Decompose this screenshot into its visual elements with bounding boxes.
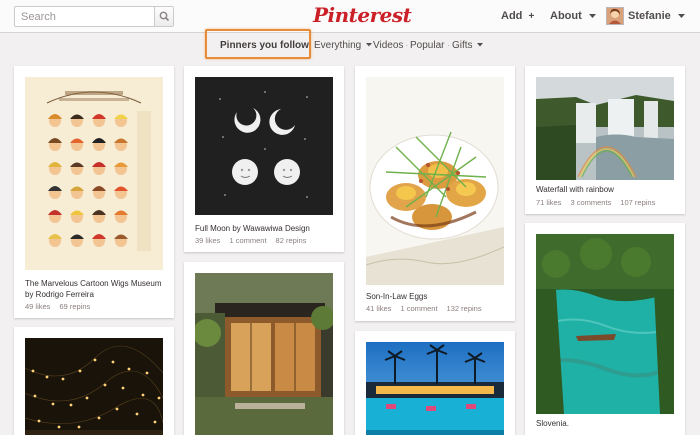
tab-popular[interactable]: Popular (410, 40, 444, 52)
full-moon-artwork (195, 77, 333, 215)
pin-card[interactable]: The Marvelous Cartoon Wigs Museum by Rod… (14, 66, 174, 318)
pin-card[interactable] (184, 262, 344, 435)
pin-card[interactable]: Waterfall with rainbow 71 likes 3 comment… (525, 66, 685, 214)
comment-count[interactable]: 1 comment (400, 304, 437, 313)
pin-stats: 71 likes 3 comments 107 repins (536, 198, 664, 208)
slovenia-river-photo (536, 234, 674, 414)
pin-image[interactable] (25, 338, 163, 435)
pin-image[interactable] (366, 342, 504, 435)
pin-title[interactable]: Full Moon by Wawawiwa Design (195, 223, 335, 234)
pin-title[interactable]: Waterfall with rainbow (536, 184, 676, 195)
comment-count[interactable]: 3 comments (570, 198, 611, 207)
user-menu[interactable]: Stefanie (628, 10, 685, 23)
pinterest-logo[interactable]: Pinterest (313, 2, 412, 28)
pin-card[interactable]: Slovenia. (525, 223, 685, 435)
repin-count[interactable]: 107 repins (620, 198, 655, 207)
nav-separator: · (405, 40, 409, 51)
pin-card[interactable]: Son-In-Law Eggs 41 likes 1 comment 132 rep… (355, 66, 515, 321)
like-count[interactable]: 41 likes (366, 304, 391, 313)
pin-stats: 41 likes 1 comment 132 repins (366, 304, 491, 314)
tab-pinners-you-follow[interactable]: Pinners you follow (220, 40, 309, 52)
pin-image[interactable] (536, 234, 674, 414)
chevron-down-icon (588, 13, 596, 18)
resort-pool-photo (366, 342, 504, 435)
tab-everything-label: Everything (314, 40, 362, 51)
search-box (14, 6, 174, 27)
search-input[interactable] (15, 7, 155, 26)
avatar[interactable] (606, 7, 624, 25)
like-count[interactable]: 49 likes (25, 302, 50, 311)
search-icon (159, 11, 170, 22)
pin-title[interactable]: Son-In-Law Eggs (366, 291, 506, 302)
about-label: About (550, 10, 582, 22)
pin-card[interactable]: Full Moon by Wawawiwa Design 39 likes 1 c… (184, 66, 344, 252)
pin-image[interactable] (195, 77, 333, 215)
repin-count[interactable]: 82 repins (276, 236, 307, 245)
pin-image[interactable] (25, 77, 163, 270)
tab-videos[interactable]: Videos (373, 40, 403, 52)
pin-stats: 49 likes 69 repins (25, 302, 99, 312)
pin-title[interactable]: The Marvelous Cartoon Wigs Museum by Rod… (25, 278, 165, 300)
repin-count[interactable]: 132 repins (447, 304, 482, 313)
tab-gifts[interactable]: Gifts (452, 40, 484, 52)
string-lights-photo (25, 338, 163, 435)
repin-count[interactable]: 69 repins (59, 302, 90, 311)
pin-card[interactable] (14, 327, 174, 435)
pin-card[interactable] (355, 331, 515, 435)
pin-title[interactable]: Slovenia. (536, 418, 676, 429)
pin-image[interactable] (195, 273, 333, 435)
pin-stats: 39 likes 1 comment 82 repins (195, 236, 315, 246)
modern-house-photo (195, 273, 333, 435)
search-button[interactable] (154, 7, 173, 26)
tab-everything[interactable]: Everything (314, 40, 373, 52)
nav-separator: · (368, 40, 372, 51)
add-label: Add (501, 10, 523, 22)
plus-icon: + (528, 11, 535, 22)
cartoon-wigs-poster (25, 77, 163, 270)
chevron-down-icon (677, 13, 685, 18)
user-photo-icon (607, 8, 623, 24)
waterfall-rainbow-photo (536, 77, 674, 180)
tab-gifts-label: Gifts (452, 40, 473, 51)
pin-image[interactable] (366, 77, 504, 285)
user-name: Stefanie (628, 10, 671, 22)
like-count[interactable]: 39 likes (195, 236, 220, 245)
like-count[interactable]: 71 likes (536, 198, 561, 207)
chevron-down-icon (477, 43, 484, 47)
son-in-law-eggs-photo (366, 77, 504, 285)
pin-image[interactable] (536, 77, 674, 180)
top-header: Pinterest Add + About Stefanie (0, 0, 700, 33)
comment-count[interactable]: 1 comment (229, 236, 266, 245)
about-menu[interactable]: About (550, 10, 596, 23)
add-menu[interactable]: Add + (501, 10, 534, 23)
nav-separator: · (447, 40, 451, 51)
